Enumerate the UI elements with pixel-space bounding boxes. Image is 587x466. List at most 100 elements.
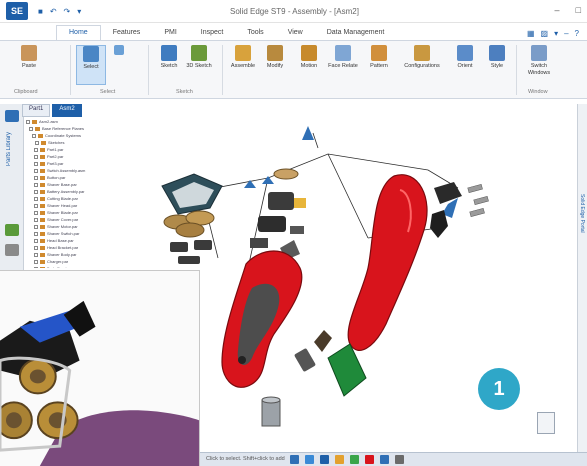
pathfinder-tree: Asm2.asm Base Reference Planes Coordinate … xyxy=(26,118,118,268)
face-relate-button[interactable]: Face Relate xyxy=(328,45,358,70)
visibility-checkbox[interactable] xyxy=(34,147,38,152)
tree-item[interactable]: Charger.par xyxy=(26,258,118,265)
tree-item[interactable]: Head Bracket.par xyxy=(26,244,118,251)
taskbar-app-icon[interactable] xyxy=(305,455,314,464)
status-prompt: Click to select. Shift+click to add xyxy=(206,456,285,462)
configurations-button[interactable]: Configurations xyxy=(398,45,446,70)
visibility-checkbox[interactable] xyxy=(34,196,38,201)
visibility-checkbox[interactable] xyxy=(34,231,38,236)
visibility-checkbox[interactable] xyxy=(34,203,38,208)
dropdown-icon[interactable]: ▾ xyxy=(554,29,558,38)
taskbar-app-icon[interactable] xyxy=(290,455,299,464)
pathfinder-icon[interactable] xyxy=(5,110,19,122)
sketch-button[interactable]: Sketch xyxy=(154,45,184,70)
application-logo-icon[interactable]: SE xyxy=(6,2,28,20)
visibility-checkbox[interactable] xyxy=(34,224,38,229)
visibility-checkbox[interactable] xyxy=(34,259,38,264)
motion-icon xyxy=(301,45,317,61)
undo-icon[interactable]: ↶ xyxy=(50,7,57,16)
tree-item[interactable]: Part1.par xyxy=(26,146,118,153)
taskbar-app-icon[interactable] xyxy=(395,455,404,464)
visibility-checkbox[interactable] xyxy=(34,252,38,257)
tree-item[interactable]: Sketches xyxy=(26,139,118,146)
visibility-checkbox[interactable] xyxy=(34,189,38,194)
visibility-checkbox[interactable] xyxy=(34,238,38,243)
tree-item[interactable]: Coordinate Systems xyxy=(26,132,118,139)
tree-item[interactable]: Cutting Blade.par xyxy=(26,195,118,202)
tree-item[interactable]: Asm2.asm xyxy=(26,118,118,125)
options-icon[interactable]: ▨ xyxy=(541,29,549,38)
visibility-checkbox[interactable] xyxy=(34,175,38,180)
doc-tab-asm2[interactable]: Asm2 xyxy=(52,104,82,117)
tree-item[interactable]: Part2.par xyxy=(26,153,118,160)
visibility-checkbox[interactable] xyxy=(34,266,38,268)
switch-windows-button[interactable]: Switch Windows xyxy=(522,45,556,77)
3d-sketch-button[interactable]: 3D Sketch xyxy=(184,45,214,70)
save-icon[interactable]: ■ xyxy=(38,7,43,16)
tree-item[interactable]: Shaver Cover.par xyxy=(26,216,118,223)
taskbar-app-icon[interactable] xyxy=(365,455,374,464)
visibility-checkbox[interactable] xyxy=(34,210,38,215)
view-cube-icon[interactable] xyxy=(537,412,555,434)
tree-item[interactable]: Head Base.par xyxy=(26,237,118,244)
maximize-button[interactable]: □ xyxy=(576,5,581,15)
visibility-checkbox[interactable] xyxy=(34,245,38,250)
layers-icon[interactable] xyxy=(5,224,19,236)
collapse-ribbon-icon[interactable]: – xyxy=(564,29,568,38)
tree-item[interactable]: Base Reference Planes xyxy=(26,125,118,132)
modify-button[interactable]: Modify xyxy=(260,45,290,70)
tree-item[interactable]: Shaver Body.par xyxy=(26,251,118,258)
face-relate-icon xyxy=(335,45,351,61)
portal-tab[interactable]: Solid Edge Portal xyxy=(579,194,585,233)
taskbar-app-icon[interactable] xyxy=(320,455,329,464)
tree-item[interactable]: Switch Assembly.asm xyxy=(26,167,118,174)
doc-tab-part1[interactable]: Part1 xyxy=(22,104,51,117)
tree-item[interactable]: Part3.par xyxy=(26,160,118,167)
visibility-checkbox[interactable] xyxy=(34,182,38,187)
parts-library-tab[interactable]: Parts Library xyxy=(6,132,12,166)
visibility-checkbox[interactable] xyxy=(32,133,36,138)
assemble-button[interactable]: Assemble xyxy=(228,45,258,70)
history-icon[interactable] xyxy=(5,244,19,256)
motion-button[interactable]: Motion xyxy=(294,45,324,70)
tree-item[interactable]: Shaver Base.par xyxy=(26,181,118,188)
orient-button[interactable]: Orient xyxy=(450,45,480,70)
shaver-body-front xyxy=(347,174,428,351)
taskbar-app-icon[interactable] xyxy=(350,455,359,464)
part-icon xyxy=(40,217,45,222)
visibility-checkbox[interactable] xyxy=(29,126,33,131)
visibility-checkbox[interactable] xyxy=(34,217,38,222)
tab-home[interactable]: Home xyxy=(56,25,101,40)
select-button[interactable]: Select xyxy=(76,45,106,85)
tab-pmi[interactable]: PMI xyxy=(152,26,188,40)
tree-item[interactable]: Shaver Motor.par xyxy=(26,223,118,230)
visibility-checkbox[interactable] xyxy=(34,168,38,173)
tree-item[interactable]: Shaver Blade.par xyxy=(26,209,118,216)
tree-item[interactable]: Battery Assembly.par xyxy=(26,188,118,195)
tab-data-management[interactable]: Data Management xyxy=(315,26,397,40)
taskbar-app-icon[interactable] xyxy=(335,455,344,464)
pattern-button[interactable]: Pattern xyxy=(364,45,394,70)
style-button[interactable]: Style xyxy=(482,45,512,70)
visibility-checkbox[interactable] xyxy=(26,119,30,124)
visibility-checkbox[interactable] xyxy=(34,154,38,159)
switch-windows-icon xyxy=(531,45,547,61)
customize-dropdown-icon[interactable]: ▾ xyxy=(77,7,81,16)
tab-view[interactable]: View xyxy=(276,26,315,40)
tab-inspect[interactable]: Inspect xyxy=(189,26,236,40)
tree-item[interactable]: Body Front.par xyxy=(26,265,118,268)
visibility-checkbox[interactable] xyxy=(35,140,39,145)
minimize-button[interactable]: – xyxy=(555,5,560,15)
tab-tools[interactable]: Tools xyxy=(235,26,275,40)
layout-icon[interactable]: ▦ xyxy=(527,29,535,38)
tab-features[interactable]: Features xyxy=(101,26,153,40)
help-icon[interactable]: ? xyxy=(575,29,579,38)
redo-icon[interactable]: ↷ xyxy=(64,7,71,16)
visibility-checkbox[interactable] xyxy=(34,161,38,166)
tree-item[interactable]: Shaver Switch.par xyxy=(26,230,118,237)
select-tools[interactable] xyxy=(106,45,132,57)
tree-item[interactable]: Button.par xyxy=(26,174,118,181)
tree-item[interactable]: Shaver Head.par xyxy=(26,202,118,209)
taskbar-app-icon[interactable] xyxy=(380,455,389,464)
paste-button[interactable]: Paste xyxy=(14,45,44,70)
